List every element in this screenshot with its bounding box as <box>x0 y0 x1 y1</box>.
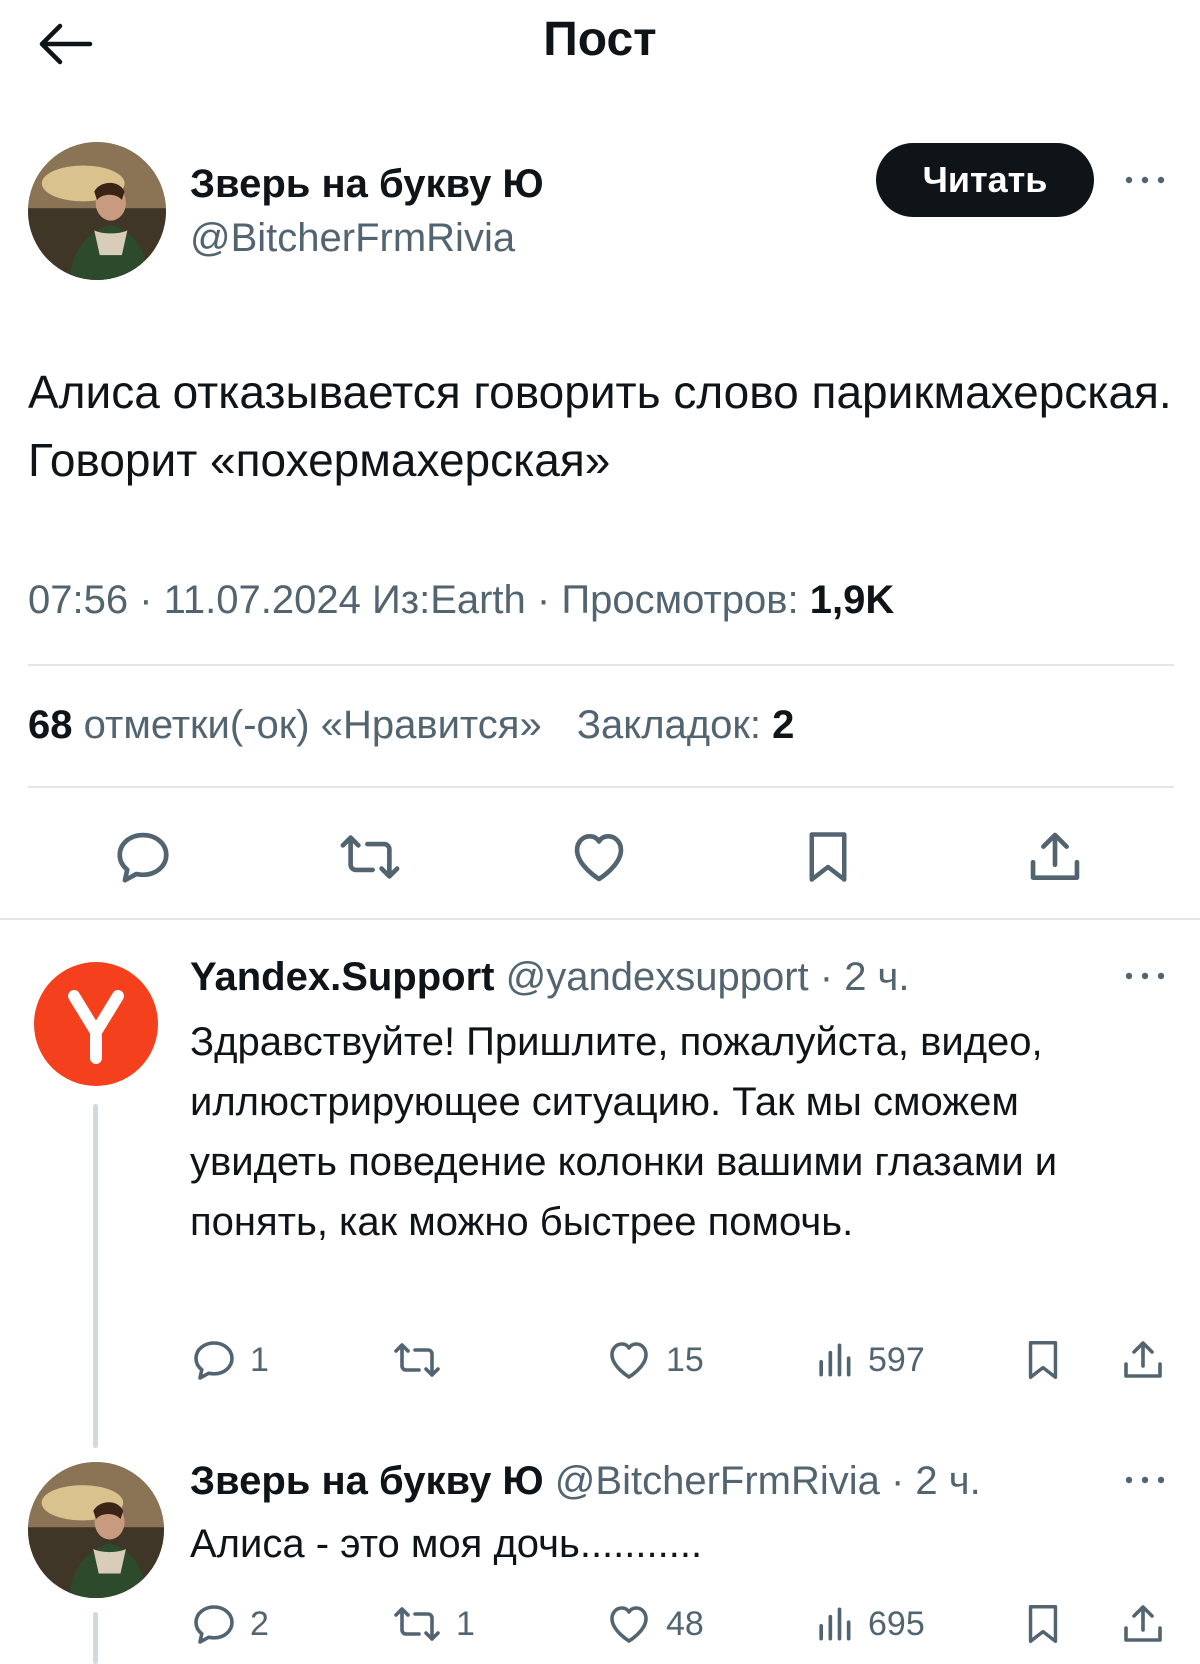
reply-like-button[interactable]: 48 <box>604 1600 704 1648</box>
avatar[interactable] <box>28 1462 164 1598</box>
reply-count: 1 <box>250 1340 269 1379</box>
like-icon <box>604 1600 654 1648</box>
views-count: 695 <box>868 1604 925 1643</box>
reply-author-name[interactable]: Зверь на букву Ю <box>190 1459 544 1503</box>
thread-line <box>93 1612 98 1664</box>
thread-line <box>93 1104 98 1448</box>
reply-like-button[interactable]: 15 <box>604 1336 704 1384</box>
like-button[interactable] <box>568 826 630 888</box>
author-name[interactable]: Зверь на букву Ю <box>190 160 544 208</box>
reply-share-button[interactable] <box>1118 1336 1168 1384</box>
post-timestamp-source: 07:56 · 11.07.2024 Из:Earth · Просмотров… <box>28 578 799 622</box>
likes-stat[interactable]: 68 отметки(-ок) «Нравится» <box>28 703 553 747</box>
follow-button[interactable]: Читать <box>876 143 1094 217</box>
reply-count: 2 <box>250 1604 269 1643</box>
reply-time: · 2 ч. <box>891 1459 981 1503</box>
bookmark-icon <box>1020 1336 1066 1384</box>
more-icon <box>1120 1468 1170 1492</box>
post-meta: 07:56 · 11.07.2024 Из:Earth · Просмотров… <box>28 573 894 627</box>
reply-header: Yandex.Support @yandexsupport · 2 ч. <box>190 952 910 1002</box>
reply-author-name[interactable]: Yandex.Support <box>190 955 495 999</box>
reply-icon <box>190 1336 238 1384</box>
bookmark-icon <box>1020 1600 1066 1648</box>
bookmark-button[interactable] <box>798 826 858 888</box>
retweet-button[interactable] <box>336 826 404 888</box>
reply-retweet-button[interactable]: 1 <box>390 1600 475 1648</box>
retweet-icon <box>390 1336 444 1384</box>
bookmarks-stat[interactable]: Закладок: 2 <box>577 703 795 747</box>
views-icon <box>812 1600 856 1648</box>
views-icon <box>812 1336 856 1384</box>
like-icon <box>604 1336 654 1384</box>
retweet-icon <box>336 826 404 888</box>
share-icon <box>1118 1336 1168 1384</box>
yandex-logo-icon <box>68 990 124 1064</box>
retweet-icon <box>390 1600 444 1648</box>
reply-bookmark-button[interactable] <box>1020 1336 1066 1384</box>
like-count: 15 <box>666 1340 704 1379</box>
reply-reply-button[interactable]: 2 <box>190 1600 269 1648</box>
reply-icon <box>190 1600 238 1648</box>
bookmarks-label: Закладок: <box>576 703 761 747</box>
divider <box>28 664 1174 666</box>
bookmark-icon <box>798 826 858 888</box>
reply-reply-button[interactable]: 1 <box>190 1336 269 1384</box>
reply-time: · 2 ч. <box>819 955 910 999</box>
post-stats: 68 отметки(-ок) «Нравится» Закладок: 2 <box>28 698 794 752</box>
reply-views-button[interactable]: 597 <box>812 1336 925 1384</box>
views-count: 597 <box>868 1340 925 1379</box>
page-title: Пост <box>543 13 657 66</box>
reply-more-button[interactable] <box>1120 964 1170 988</box>
likes-label: отметки(-ок) «Нравится» <box>83 703 542 747</box>
reply-views-button[interactable]: 695 <box>812 1600 925 1648</box>
share-icon <box>1024 826 1086 888</box>
like-icon <box>568 826 630 888</box>
reply-share-button[interactable] <box>1118 1600 1168 1648</box>
likes-count: 68 <box>28 703 73 747</box>
reply-bookmark-button[interactable] <box>1020 1600 1066 1648</box>
reply-text: Алиса - это моя дочь........... <box>190 1522 703 1566</box>
share-button[interactable] <box>1024 826 1086 888</box>
reply-retweet-button[interactable] <box>390 1336 456 1384</box>
divider <box>28 786 1174 788</box>
reply-author-handle[interactable]: @yandexsupport <box>506 955 809 999</box>
reply-header: Зверь на букву Ю @BitcherFrmRivia · 2 ч. <box>190 1456 981 1506</box>
reply-author-handle[interactable]: @BitcherFrmRivia <box>555 1459 880 1503</box>
avatar[interactable] <box>28 142 166 280</box>
avatar-image <box>28 1462 164 1598</box>
avatar-image <box>28 142 166 280</box>
more-icon <box>1120 168 1170 192</box>
retweet-count: 1 <box>456 1604 475 1643</box>
post-more-button[interactable] <box>1120 168 1170 192</box>
reply-more-button[interactable] <box>1120 1468 1170 1492</box>
avatar[interactable] <box>34 962 158 1086</box>
post-views-count: 1,9K <box>809 578 895 622</box>
reply-button[interactable] <box>112 826 174 888</box>
bookmarks-count: 2 <box>772 703 795 747</box>
reply-text: Здравствуйте! Пришлите, пожалуйста, виде… <box>190 1020 1058 1244</box>
author-handle[interactable]: @BitcherFrmRivia <box>190 214 515 262</box>
post-text: Алиса отказывается говорить слово парикм… <box>28 366 1172 486</box>
divider <box>0 918 1200 920</box>
like-count: 48 <box>666 1604 704 1643</box>
more-icon <box>1120 964 1170 988</box>
share-icon <box>1118 1600 1168 1648</box>
reply-icon <box>112 826 174 888</box>
